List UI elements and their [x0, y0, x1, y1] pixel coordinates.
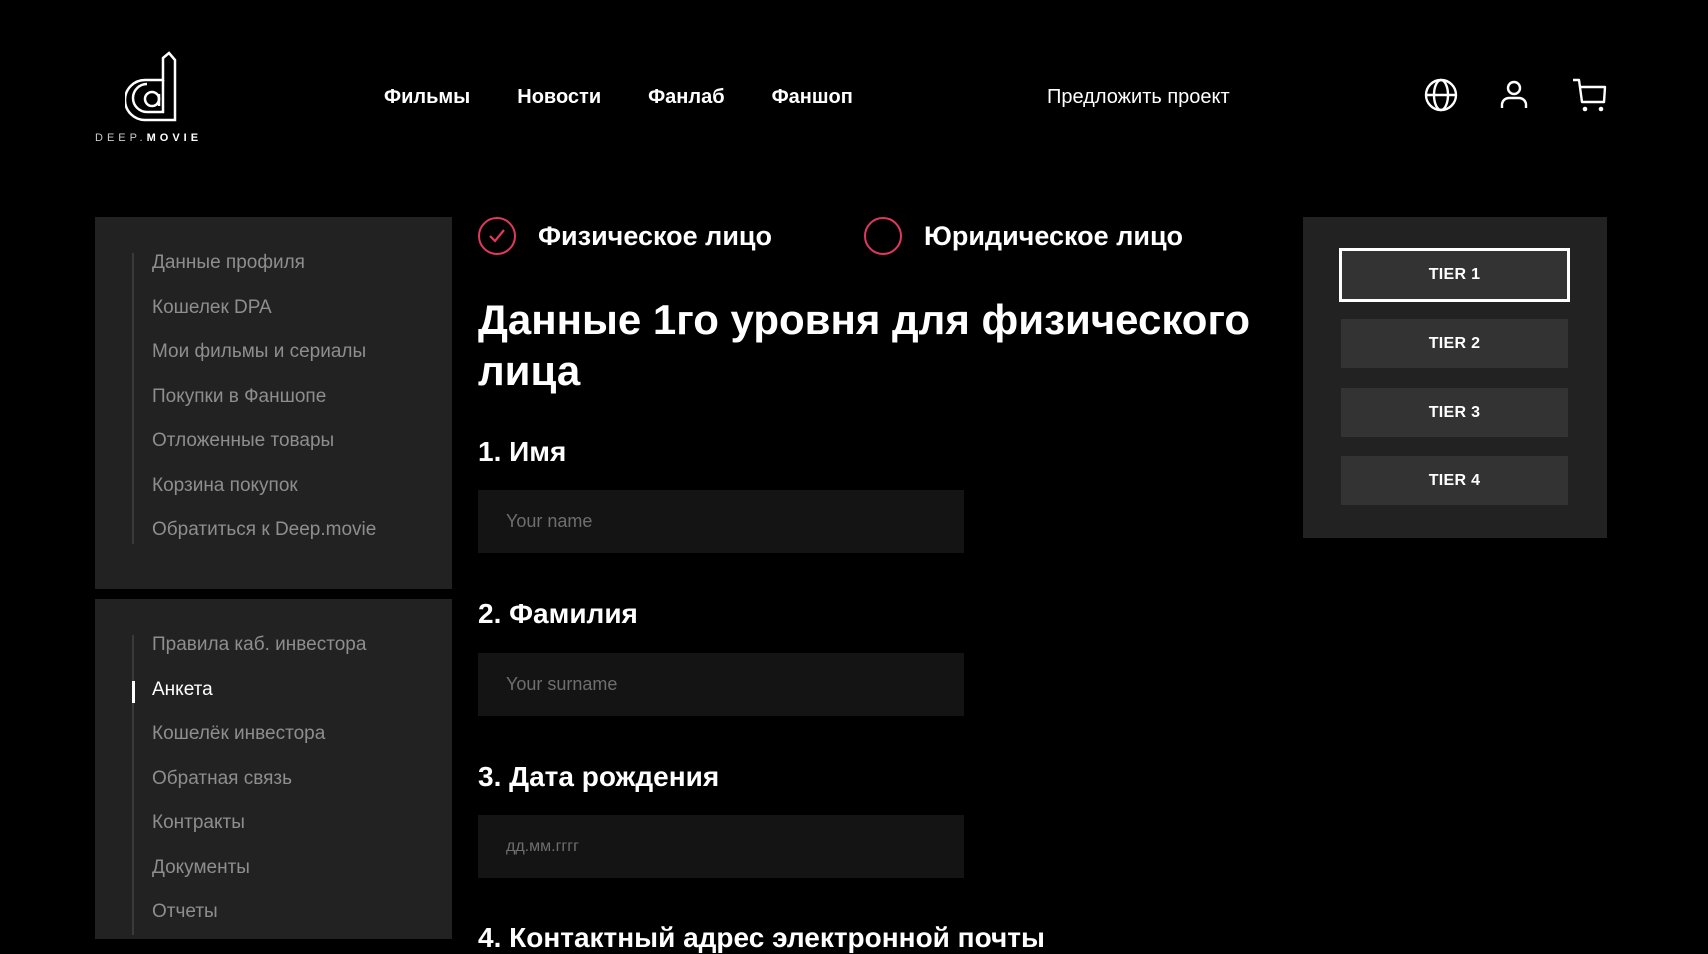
- main-nav: Фильмы Новости Фанлаб Фаншоп: [384, 86, 900, 109]
- tier-1-button[interactable]: TIER 1: [1339, 248, 1570, 302]
- surname-input[interactable]: [478, 653, 964, 716]
- cart-icon[interactable]: [1571, 76, 1609, 114]
- nav-fanshop[interactable]: Фаншоп: [772, 86, 853, 109]
- menu-contracts[interactable]: Контракты: [134, 813, 366, 858]
- menu-reports[interactable]: Отчеты: [134, 902, 366, 947]
- investor-menu: Правила каб. инвестора Анкета Кошелёк ин…: [131, 635, 366, 935]
- user-icon[interactable]: [1495, 76, 1533, 114]
- suggest-project-link[interactable]: Предложить проект: [1047, 86, 1230, 109]
- menu-my-films[interactable]: Мои фильмы и сериалы: [134, 342, 376, 387]
- radio-unchecked-icon: [864, 217, 902, 255]
- radio-legal-entity-label: Юридическое лицо: [924, 220, 1184, 251]
- globe-icon[interactable]: [1422, 76, 1460, 114]
- menu-dpa-wallet[interactable]: Кошелек DPA: [134, 297, 376, 343]
- radio-legal-entity[interactable]: Юридическое лицо: [864, 217, 1183, 255]
- profile-menu: Данные профиля Кошелек DPA Мои фильмы и …: [132, 253, 376, 544]
- logo[interactable]: DEEP.MOVIE: [95, 50, 221, 146]
- radio-individual[interactable]: Физическое лицо: [478, 217, 772, 255]
- menu-documents[interactable]: Документы: [134, 857, 366, 903]
- menu-feedback[interactable]: Обратная связь: [134, 768, 366, 814]
- name-input[interactable]: [478, 490, 964, 553]
- birthdate-input[interactable]: [478, 815, 964, 878]
- menu-fanshop-purchases[interactable]: Покупки в Фаншопе: [134, 386, 376, 432]
- birthdate-label: 3. Дата рождения: [478, 761, 720, 792]
- menu-contact-support[interactable]: Обратиться к Deep.movie: [134, 520, 376, 565]
- page-title: Данные 1го уровня для физического лица: [478, 296, 1251, 394]
- menu-saved-items[interactable]: Отложенные товары: [134, 431, 376, 476]
- tier-4-button[interactable]: TIER 4: [1341, 456, 1568, 505]
- tier-panel: TIER 1 TIER 2 TIER 3 TIER 4: [1303, 217, 1607, 538]
- nav-films[interactable]: Фильмы: [384, 86, 470, 109]
- menu-cart[interactable]: Корзина покупок: [134, 475, 376, 521]
- menu-investor-wallet[interactable]: Кошелёк инвестора: [134, 724, 366, 769]
- surname-label: 2. Фамилия: [478, 598, 638, 629]
- nav-fanlab[interactable]: Фанлаб: [648, 86, 724, 109]
- menu-profile-data[interactable]: Данные профиля: [134, 253, 376, 298]
- radio-checked-icon: [478, 217, 516, 255]
- logo-wordmark: DEEP.MOVIE: [95, 132, 203, 144]
- investor-menu-panel: Правила каб. инвестора Анкета Кошелёк ин…: [95, 599, 452, 939]
- nav-news[interactable]: Новости: [517, 86, 601, 109]
- menu-investor-rules[interactable]: Правила каб. инвестора: [134, 635, 366, 680]
- email-label: 4. Контактный адрес электронной почты: [478, 922, 1045, 953]
- profile-menu-panel: Данные профиля Кошелек DPA Мои фильмы и …: [95, 217, 452, 589]
- tier-3-button[interactable]: TIER 3: [1341, 388, 1568, 437]
- radio-individual-label: Физическое лицо: [538, 220, 773, 251]
- name-label: 1. Имя: [478, 436, 567, 467]
- tier-2-button[interactable]: TIER 2: [1341, 319, 1568, 368]
- menu-questionnaire[interactable]: Анкета: [131, 679, 366, 725]
- logo-mark-icon: [125, 51, 177, 122]
